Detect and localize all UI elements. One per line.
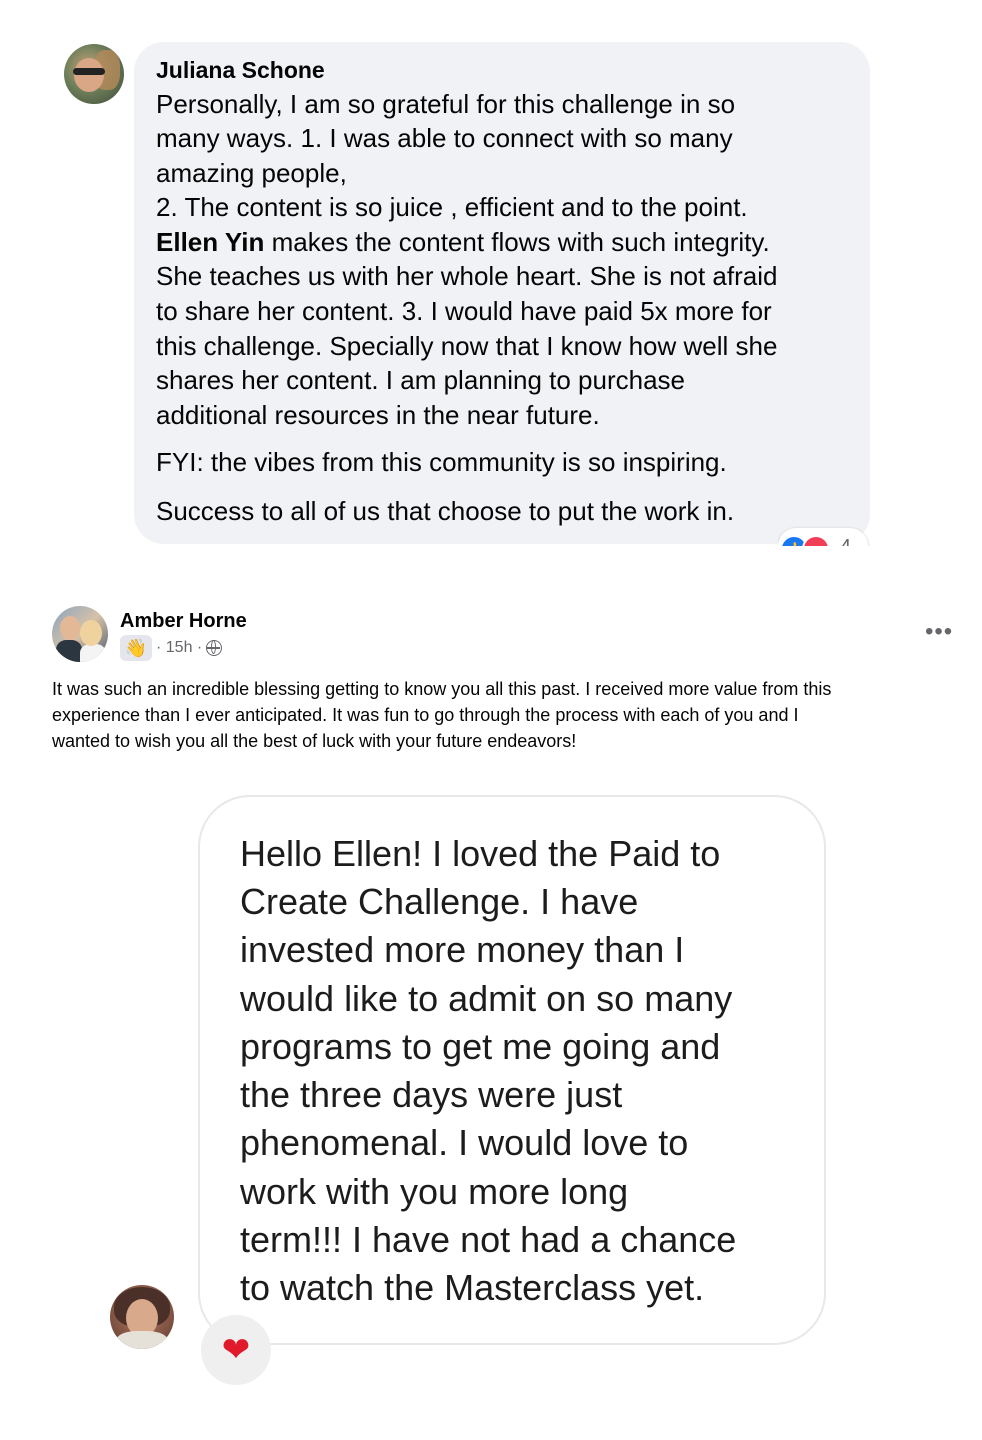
post-author[interactable]: Amber Horne: [120, 610, 247, 633]
message-line: the three days were just: [240, 1074, 623, 1115]
avatar-sender: [110, 1285, 174, 1349]
post-line: experience than I ever anticipated. It w…: [52, 705, 799, 725]
comment-closing: Success to all of us that choose to put …: [156, 496, 735, 526]
comment-line: amazing people,: [156, 158, 347, 188]
love-icon: ♥: [802, 535, 830, 546]
waving-hand-badge-icon: 👋: [120, 635, 152, 661]
comment-fyi: FYI: the vibes from this community is so…: [156, 447, 727, 477]
message-line: Hello Ellen! I loved the Paid to: [240, 833, 721, 874]
globe-icon: [206, 640, 223, 656]
message-line: term!!! I have not had a chance: [240, 1219, 737, 1260]
message-line: Create Challenge. I have: [240, 881, 639, 922]
post-line: wanted to wish you all the best of luck …: [52, 731, 577, 751]
post-time[interactable]: · 15h ·: [156, 639, 202, 657]
comment-line-with-mention: Ellen Yin makes the content flows with s…: [156, 225, 770, 259]
comment-line: She teaches us with her whole heart. She…: [156, 261, 778, 291]
more-options-button[interactable]: •••: [925, 620, 953, 644]
message-line: programs to get me going and: [240, 1026, 721, 1067]
comment-author[interactable]: Juliana Schone: [156, 56, 325, 84]
comment-line: Personally, I am so grateful for this ch…: [156, 89, 736, 119]
message-line: invested more money than I: [240, 929, 685, 970]
comment-line: shares her content. I am planning to pur…: [156, 365, 685, 395]
post-line: It was such an incredible blessing getti…: [52, 679, 832, 699]
reaction-count: 4: [840, 536, 851, 546]
comment-line: this challenge. Specially now that I kno…: [156, 331, 778, 361]
message-line: to watch the Masterclass yet.: [240, 1267, 705, 1308]
message-line: phenomenal. I would love to: [240, 1122, 689, 1163]
mention-link[interactable]: Ellen Yin: [156, 227, 264, 257]
heart-reaction-icon: ❤: [201, 1315, 271, 1385]
comment-line: many ways. 1. I was able to connect with…: [156, 123, 733, 153]
comment-line: additional resources in the near future.: [156, 400, 600, 430]
avatar-amber[interactable]: [52, 606, 108, 662]
comment-line: to share her content. 3. I would have pa…: [156, 296, 772, 326]
message-line: would like to admit on so many: [240, 978, 733, 1019]
avatar-juliana[interactable]: [64, 44, 124, 104]
message-line: work with you more long: [240, 1171, 629, 1212]
post-meta: 👋 · 15h ·: [120, 635, 223, 661]
comment-line: 2. The content is so juice , efficient a…: [156, 192, 748, 222]
reaction-summary[interactable]: 👍 ♥ 4: [778, 524, 870, 546]
comment-line-text: makes the content flows with such integr…: [271, 227, 770, 257]
